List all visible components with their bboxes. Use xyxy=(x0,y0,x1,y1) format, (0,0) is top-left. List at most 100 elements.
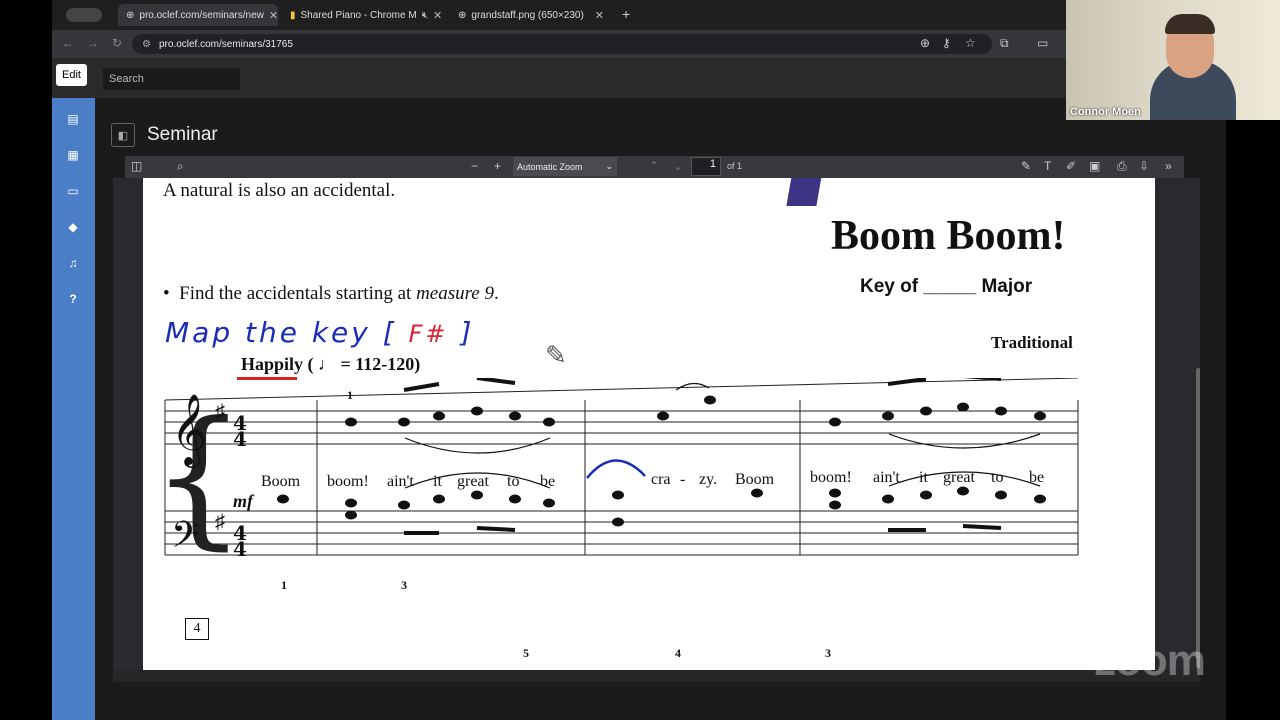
app-header: Edit Search xyxy=(52,58,1066,98)
handwriting-note: F# xyxy=(408,320,449,348)
lyric: to xyxy=(507,473,520,490)
graduation-cap-icon[interactable]: ◆ xyxy=(62,220,84,238)
globe-icon: ⊕ xyxy=(458,9,467,21)
lyric: ain't xyxy=(873,469,900,486)
browser-window: ⊕ pro.oclef.com/seminars/new ✕ ▮ Shared … xyxy=(52,0,1066,98)
close-icon[interactable]: ✕ xyxy=(595,9,604,22)
tab-title: Shared Piano - Chrome M xyxy=(300,9,417,21)
star-icon[interactable]: ☆ xyxy=(965,36,976,50)
lyric: to xyxy=(991,469,1004,486)
help-icon[interactable]: ? xyxy=(62,292,84,310)
tab-bar: ⊕ pro.oclef.com/seminars/new ✕ ▮ Shared … xyxy=(52,0,1066,30)
collapse-panel-button[interactable]: ◧ xyxy=(111,123,135,147)
mute-icon[interactable]: 🔇︎ xyxy=(422,10,428,21)
close-icon[interactable]: ✕ xyxy=(433,9,442,22)
svg-text:4: 4 xyxy=(233,537,247,561)
url-text: pro.oclef.com/seminars/31765 xyxy=(158,38,293,50)
sidebar-toggle-icon[interactable]: ◫ xyxy=(131,159,142,173)
page-count: of 1 xyxy=(727,161,743,171)
lyric: Boom xyxy=(261,473,301,490)
chevron-down-icon[interactable]: ⌄ xyxy=(673,159,683,173)
finger-number: 5 xyxy=(523,646,529,660)
back-icon[interactable]: ← xyxy=(62,36,74,50)
address-row: ← → ↻ ⚙ pro.oclef.com/seminars/31765 ⊕ ⚷… xyxy=(52,30,1066,58)
svg-text:𝄢: 𝄢 xyxy=(171,514,199,565)
handwriting-text: Map the key xyxy=(165,316,371,349)
more-tools-icon[interactable]: » xyxy=(1165,159,1172,173)
draw-icon[interactable]: ✐ xyxy=(1066,159,1076,173)
image-icon[interactable]: ▣ xyxy=(1089,159,1100,173)
zoom-watermark: zoom xyxy=(1094,636,1206,685)
scrollbar[interactable] xyxy=(1196,368,1200,668)
svg-text:𝄞: 𝄞 xyxy=(171,392,208,468)
search-icon[interactable]: ⌕ xyxy=(177,159,184,174)
reload-icon[interactable]: ↻ xyxy=(112,36,122,50)
accidental-note: A natural is also an accidental. xyxy=(163,180,396,201)
pencil-cursor-icon: ✎ xyxy=(545,340,567,370)
song-title: Boom Boom! xyxy=(831,213,1066,259)
highlight-icon[interactable]: ✎ xyxy=(1021,159,1031,173)
app-icon: ▮ xyxy=(290,9,296,21)
tempo-marking: Happily ( ♩ = 112-120) xyxy=(241,354,420,375)
calendar-icon[interactable]: ▦ xyxy=(62,148,84,166)
sidepanel-icon[interactable]: ▭ xyxy=(1037,36,1048,50)
lyric: - xyxy=(680,471,686,488)
forward-icon[interactable]: → xyxy=(87,36,99,50)
monitor-icon[interactable]: ▭ xyxy=(62,184,84,202)
bracket-open: [ xyxy=(382,316,397,349)
zoom-select[interactable]: Automatic Zoom ⌄ xyxy=(513,157,617,176)
tab-grandstaff[interactable]: ⊕ grandstaff.png (650×230) ✕ xyxy=(450,4,612,26)
lyric: be xyxy=(540,473,556,490)
page-title: Seminar xyxy=(147,124,218,145)
sidebar: ▤ ▦ ▭ ◆ ♫ ? xyxy=(52,98,95,720)
dynamic-marking: mf xyxy=(233,491,253,511)
zoom-out-icon[interactable]: − xyxy=(471,159,478,173)
finger-number: 1 xyxy=(347,388,353,402)
main-panel: ◧ Seminar ◫ ⌕ − + Automatic Zoom ⌄ ⌃ ⌄ 1… xyxy=(95,98,1226,720)
lyric: boom! xyxy=(327,473,369,490)
tab-search-button[interactable] xyxy=(66,8,102,22)
edit-tooltip: Edit xyxy=(56,64,87,86)
finger-number: 3 xyxy=(401,578,407,592)
list-icon[interactable]: ▤ xyxy=(62,112,84,130)
lyric: Boom xyxy=(735,471,775,488)
webcam-video: Connor Moen xyxy=(1066,0,1280,120)
pdf-page: A natural is also an accidental. • Find … xyxy=(143,178,1155,670)
search-input[interactable]: Search xyxy=(103,68,240,90)
text-icon[interactable]: T xyxy=(1044,159,1051,173)
zoom-value: Automatic Zoom xyxy=(517,161,583,172)
globe-icon: ⊕ xyxy=(126,9,135,21)
lyric: it xyxy=(919,469,928,486)
instruction-prefix: Find the accidentals starting at xyxy=(179,283,412,304)
lyric: be xyxy=(1029,469,1045,486)
chevron-up-icon[interactable]: ⌃ xyxy=(649,159,659,173)
zoom-in-icon[interactable]: + xyxy=(494,159,501,173)
site-info-icon[interactable]: ⚙ xyxy=(142,39,151,50)
tab-title: pro.oclef.com/seminars/new xyxy=(139,9,264,21)
address-bar[interactable]: ⚙ pro.oclef.com/seminars/31765 xyxy=(132,34,992,54)
tab-oclef[interactable]: ⊕ pro.oclef.com/seminars/new ✕ xyxy=(118,4,278,26)
seminar-header: ◧ Seminar xyxy=(111,120,218,150)
extensions-icon[interactable]: ⧉ xyxy=(1000,36,1009,51)
tab-shared-piano[interactable]: ▮ Shared Piano - Chrome M 🔇︎ ✕ xyxy=(282,4,442,26)
music-note-icon[interactable]: ♫ xyxy=(62,256,84,274)
key-line: Key of _____ Major xyxy=(860,276,1033,297)
lyric: boom! xyxy=(810,469,852,486)
svg-text:♯: ♯ xyxy=(215,401,225,423)
key-icon[interactable]: ⚷ xyxy=(942,36,951,50)
pdf-viewport[interactable]: A natural is also an accidental. • Find … xyxy=(113,178,1200,670)
composer: Traditional xyxy=(991,333,1073,352)
pdf-toolbar: ◫ ⌕ − + Automatic Zoom ⌄ ⌃ ⌄ 1 of 1 ✎ T … xyxy=(125,156,1184,178)
new-tab-icon[interactable]: + xyxy=(622,6,630,22)
print-icon[interactable]: ⎙ xyxy=(1117,159,1127,174)
page-number-input[interactable]: 1 xyxy=(691,157,721,176)
lyric: zy. xyxy=(699,471,718,488)
instruction: • Find the accidentals starting at measu… xyxy=(163,283,499,305)
tempo-value: ( ♩ = 112-120) xyxy=(307,354,421,374)
blue-arc-annotation xyxy=(586,459,646,479)
svg-text:♯: ♯ xyxy=(215,511,225,533)
zoom-icon[interactable]: ⊕ xyxy=(920,36,930,50)
viewer-bottom-bar xyxy=(113,670,1200,682)
close-icon[interactable]: ✕ xyxy=(269,9,278,22)
save-icon[interactable]: ⇩ xyxy=(1139,159,1149,173)
